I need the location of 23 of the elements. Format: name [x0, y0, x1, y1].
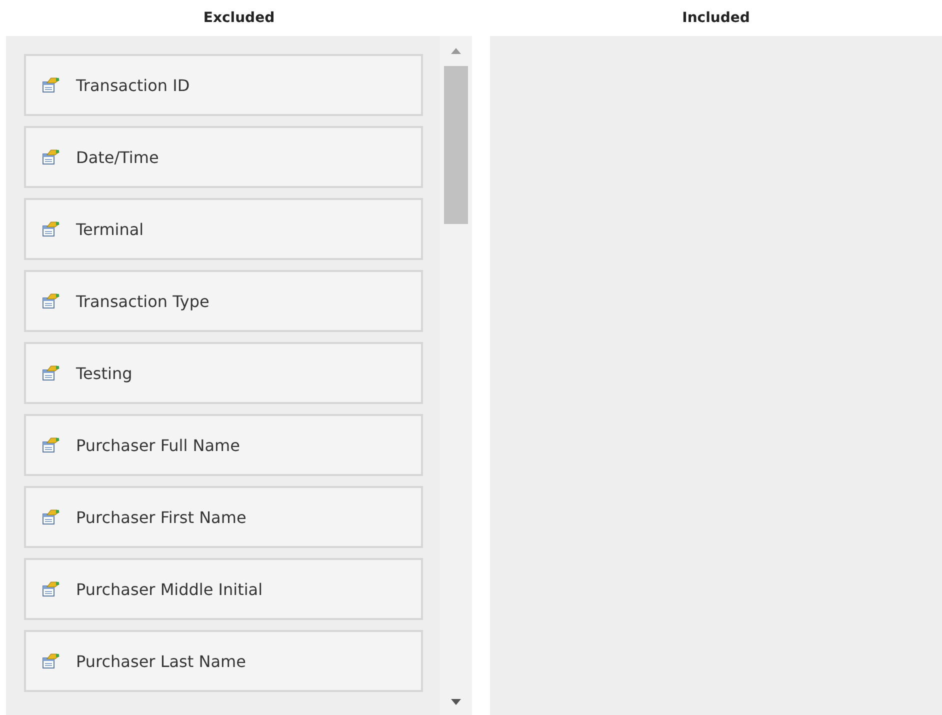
- table-icon: [42, 293, 60, 309]
- table-icon: [42, 149, 60, 165]
- table-icon: [42, 581, 60, 597]
- table-icon: [42, 509, 60, 525]
- table-icon: [42, 365, 60, 381]
- table-icon: [42, 221, 60, 237]
- scroll-up-icon[interactable]: [451, 48, 461, 54]
- scroll-down-icon[interactable]: [451, 699, 461, 705]
- field-item[interactable]: Testing: [24, 342, 423, 404]
- table-icon: [42, 653, 60, 669]
- table-icon: [42, 437, 60, 453]
- column-title: Included: [681, 9, 751, 28]
- field-item[interactable]: Purchaser Full Name: [24, 414, 423, 476]
- field-item[interactable]: Purchaser First Name: [24, 486, 423, 548]
- field-item[interactable]: Date/Time: [24, 126, 423, 188]
- field-item[interactable]: Purchaser Last Name: [24, 630, 423, 692]
- field-item[interactable]: Purchaser Middle Initial: [24, 558, 423, 620]
- field-item[interactable]: Terminal: [24, 198, 423, 260]
- field-item[interactable]: Transaction Type: [24, 270, 423, 332]
- table-icon: [42, 77, 60, 93]
- column-title: Excluded: [202, 9, 276, 28]
- scrollbar-thumb[interactable]: [444, 66, 468, 224]
- field-item[interactable]: Transaction ID: [24, 54, 423, 116]
